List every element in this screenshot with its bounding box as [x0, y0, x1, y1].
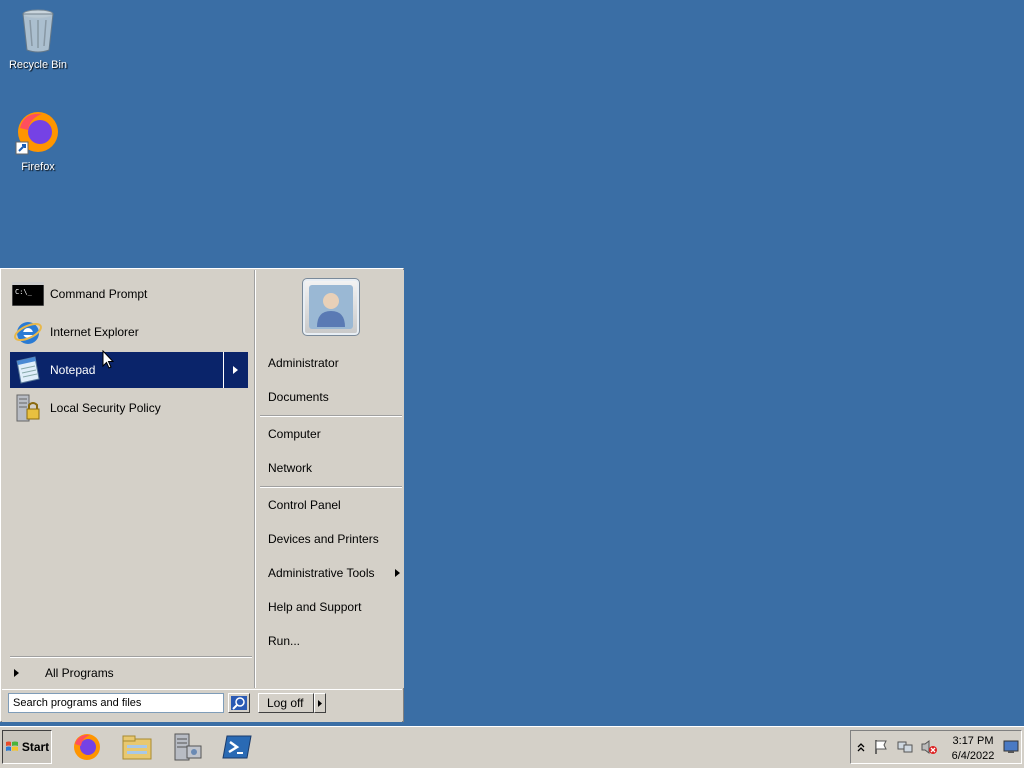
taskbar-firefox[interactable]: [70, 731, 104, 763]
all-programs-label: All Programs: [45, 666, 114, 680]
network-tray[interactable]: [897, 739, 913, 755]
chevron-right-icon: [395, 569, 400, 577]
start-item-administrative-tools[interactable]: Administrative Tools: [268, 560, 402, 586]
powershell-icon: [222, 735, 252, 759]
notepad-jumplist-arrow[interactable]: [223, 352, 248, 388]
show-desktop-button[interactable]: [1003, 739, 1019, 755]
start-item-label: Help and Support: [268, 600, 362, 614]
start-item-label: Network: [268, 461, 313, 475]
clock-date: 6/4/2022: [951, 750, 995, 762]
mouse-cursor-icon: [102, 350, 114, 369]
action-center-tray[interactable]: [873, 739, 889, 755]
taskbar-file-explorer[interactable]: [120, 731, 154, 763]
show-desktop-icon: [1003, 740, 1019, 753]
program-internet-explorer[interactable]: Internet Explorer: [10, 314, 248, 350]
security-policy-icon: [12, 392, 44, 424]
user-icon: [309, 285, 353, 329]
program-local-security-policy[interactable]: Local Security Policy: [10, 390, 248, 426]
desktop-icon-recycle-bin[interactable]: Recycle Bin: [0, 6, 76, 71]
start-item-label: Administrative Tools: [268, 566, 375, 580]
program-label: Internet Explorer: [50, 325, 139, 339]
start-item-help-support[interactable]: Help and Support: [268, 594, 402, 620]
start-button[interactable]: Start: [2, 730, 52, 764]
program-notepad[interactable]: Notepad: [10, 352, 248, 388]
log-off-button[interactable]: Log off: [258, 693, 314, 713]
log-off-label: Log off: [267, 696, 304, 710]
all-programs-button[interactable]: All Programs: [10, 664, 248, 682]
user-avatar[interactable]: [302, 278, 360, 336]
start-item-network[interactable]: Network: [268, 455, 402, 481]
start-item-devices-printers[interactable]: Devices and Printers: [268, 526, 402, 552]
notification-area: 3:17 PM 6/4/2022: [850, 730, 1022, 764]
volume-muted-icon: [921, 740, 937, 754]
start-item-label: Devices and Printers: [268, 532, 379, 546]
server-manager-icon: [174, 733, 202, 761]
desktop-icon-label: Firefox: [21, 161, 55, 173]
chevron-up-icon: [857, 743, 865, 752]
desktop-icon-label: Recycle Bin: [8, 59, 68, 71]
program-label: Notepad: [50, 363, 96, 377]
flag-icon: [875, 740, 887, 754]
show-hidden-icons-button[interactable]: [853, 739, 869, 755]
desktop-icon-firefox[interactable]: Firefox: [0, 108, 76, 173]
start-item-label: Computer: [268, 427, 321, 441]
start-item-label: Administrator: [268, 356, 339, 370]
network-icon: [897, 741, 913, 753]
taskbar: Start 3:17 PM 6/4/2022: [0, 726, 1024, 768]
search-icon: [231, 696, 247, 710]
start-menu-bottom-bar: Log off: [2, 689, 402, 722]
start-item-administrator[interactable]: Administrator: [268, 350, 402, 376]
start-item-computer[interactable]: Computer: [268, 421, 402, 447]
start-menu-programs-pane: C:\_ Command Prompt Internet Explorer No…: [2, 270, 254, 688]
search-input[interactable]: [8, 693, 224, 713]
chevron-right-icon: [318, 699, 322, 707]
shutdown-options-button[interactable]: [314, 693, 326, 713]
places-separator: [260, 415, 402, 417]
taskbar-powershell[interactable]: [220, 731, 254, 763]
clock[interactable]: 3:17 PM 6/4/2022: [943, 734, 1003, 764]
program-command-prompt[interactable]: C:\_ Command Prompt: [10, 276, 248, 312]
start-menu: C:\_ Command Prompt Internet Explorer No…: [0, 268, 404, 722]
search-button[interactable]: [228, 693, 250, 713]
places-separator: [260, 486, 402, 488]
start-item-control-panel[interactable]: Control Panel: [268, 492, 402, 518]
volume-tray[interactable]: [921, 739, 937, 755]
chevron-right-icon: [14, 669, 19, 677]
file-explorer-icon: [122, 735, 152, 760]
chevron-right-icon: [233, 366, 238, 374]
clock-time: 3:17 PM: [952, 735, 994, 747]
firefox-icon: [15, 112, 58, 155]
start-item-run[interactable]: Run...: [268, 628, 402, 654]
start-item-label: Documents: [268, 390, 329, 404]
start-item-documents[interactable]: Documents: [268, 384, 402, 410]
programs-separator: [10, 656, 252, 658]
program-label: Command Prompt: [50, 287, 148, 301]
firefox-icon: [74, 734, 100, 760]
start-menu-places-pane: Administrator Documents Computer Network…: [255, 270, 404, 688]
notepad-icon: [12, 354, 44, 386]
start-label: Start: [21, 740, 50, 754]
command-prompt-icon: C:\_: [12, 278, 44, 310]
windows-logo-icon: [5, 741, 18, 751]
program-label: Local Security Policy: [50, 401, 161, 415]
taskbar-server-manager[interactable]: [170, 731, 204, 763]
start-item-label: Run...: [268, 634, 301, 648]
svg-text:C:\_: C:\_: [15, 288, 33, 296]
start-item-label: Control Panel: [268, 498, 341, 512]
recycle-bin-icon: [22, 9, 54, 53]
internet-explorer-icon: [12, 316, 44, 348]
